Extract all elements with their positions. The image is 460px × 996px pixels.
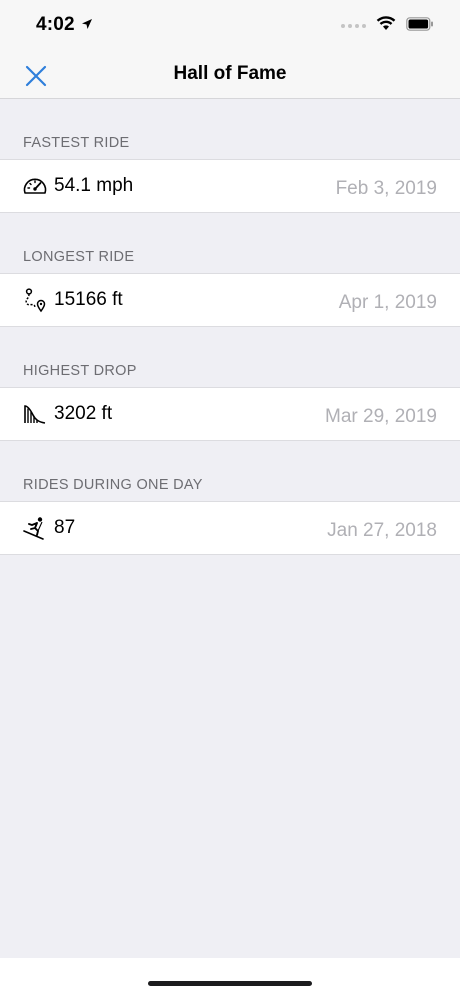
section-header-longest-ride: LONGEST RIDE bbox=[23, 249, 135, 265]
section-header-rides-during-one-day: RIDES DURING ONE DAY bbox=[23, 477, 203, 493]
record-date: Apr 1, 2019 bbox=[338, 292, 437, 313]
record-value: 3202 ft bbox=[54, 403, 113, 424]
status-bar: 4:02 bbox=[0, 0, 460, 50]
record-date: Jan 27, 2018 bbox=[327, 520, 437, 541]
slope-icon bbox=[22, 401, 48, 427]
home-indicator[interactable] bbox=[148, 981, 312, 986]
wifi-icon bbox=[376, 16, 396, 36]
status-indicators bbox=[341, 16, 434, 36]
record-row-rides-during-one-day: 87 Jan 27, 2018 bbox=[0, 501, 460, 555]
record-value: 87 bbox=[54, 517, 76, 538]
status-time-label: 4:02 bbox=[36, 14, 75, 35]
skier-icon bbox=[22, 515, 48, 541]
records-list: FASTEST RIDE 54.1 mph Feb 3, 2019 LONGES… bbox=[0, 99, 460, 555]
status-time: 4:02 bbox=[36, 14, 93, 36]
section-header-fastest-ride: FASTEST RIDE bbox=[23, 135, 130, 151]
record-value: 15166 ft bbox=[54, 289, 123, 310]
record-date: Feb 3, 2019 bbox=[335, 178, 437, 199]
battery-icon bbox=[406, 16, 434, 36]
section-header-highest-drop: HIGHEST DROP bbox=[23, 363, 137, 379]
record-value: 54.1 mph bbox=[54, 175, 134, 196]
route-icon bbox=[22, 287, 48, 313]
record-row-longest-ride: 15166 ft Apr 1, 2019 bbox=[0, 273, 460, 327]
page-title: Hall of Fame bbox=[173, 63, 287, 84]
home-indicator-area bbox=[0, 958, 460, 996]
record-row-highest-drop: 3202 ft Mar 29, 2019 bbox=[0, 387, 460, 441]
record-date: Mar 29, 2019 bbox=[325, 406, 437, 427]
cellular-signal-icon bbox=[341, 24, 366, 28]
record-row-fastest-ride: 54.1 mph Feb 3, 2019 bbox=[0, 159, 460, 213]
speedometer-icon bbox=[22, 173, 48, 199]
navigation-bar: Hall of Fame bbox=[0, 50, 460, 99]
location-arrow-icon bbox=[81, 14, 93, 36]
